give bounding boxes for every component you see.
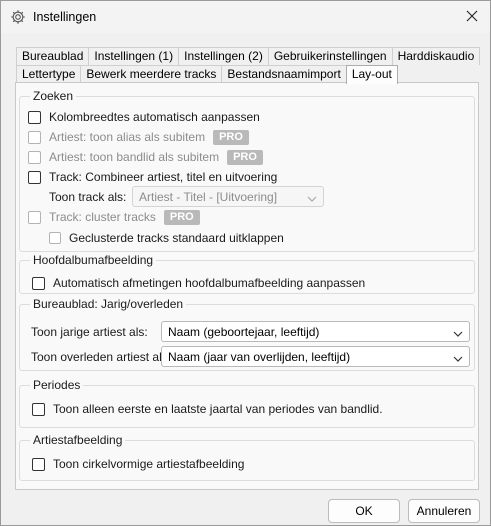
- pro-badge: PRO: [163, 209, 200, 225]
- close-icon: [466, 10, 478, 25]
- option-toon-jaartal[interactable]: Toon alleen eerste en laatste jaartal va…: [32, 401, 383, 417]
- checkbox-artiest-bandlid: [28, 150, 41, 164]
- jarig-value: Naam (geboortejaar, leeftijd): [168, 324, 320, 339]
- jarig-label-row: Toon jarige artiest als:: [31, 324, 148, 340]
- pro-badge: PRO: [227, 149, 263, 165]
- cancel-button[interactable]: Annuleren: [408, 499, 480, 523]
- label-track-cluster: Track: cluster tracks: [49, 210, 156, 224]
- tab-bewerk-meerdere-tracks[interactable]: Bewerk meerdere tracks: [80, 65, 223, 83]
- checkbox-toon-jaartal[interactable]: [32, 402, 45, 416]
- option-geclusterde: Geclusterde tracks standaard uitklappen: [49, 230, 284, 246]
- tab-harddiskaudio[interactable]: Harddiskaudio: [391, 47, 481, 65]
- option-track-cluster: Track: cluster tracks PRO: [28, 209, 200, 225]
- settings-dialog: Instellingen Bureaublad Instellingen (1)…: [0, 0, 491, 526]
- checkbox-track-cluster: [28, 210, 41, 224]
- label-track-combineer: Track: Combineer artiest, titel en uitvo…: [49, 170, 278, 184]
- title-bar: Instellingen: [1, 1, 490, 33]
- group-zoeken: Zoeken Kolombreedtes automatisch aanpass…: [19, 89, 475, 252]
- label-overleden: Toon overleden artiest als:: [31, 350, 172, 364]
- label-artiest-bandlid: Artiest: toon bandlid als subitem: [49, 150, 220, 164]
- label-auto-afmetingen: Automatisch afmetingen hoofdalbumafbeeld…: [53, 276, 366, 290]
- label-cirkelvormig: Toon cirkelvormige artiestafbeelding: [53, 457, 245, 471]
- group-title-hoofdalbum: Hoofdalbumafbeelding: [30, 253, 157, 267]
- group-bureaublad: Bureaublad: Jarig/overleden Toon jarige …: [19, 297, 475, 371]
- option-track-combineer[interactable]: Track: Combineer artiest, titel en uitvo…: [28, 169, 277, 185]
- label-artiest-alias: Artiest: toon alias als subitem: [49, 130, 206, 144]
- jarig-select[interactable]: Naam (geboortejaar, leeftijd): [161, 321, 470, 342]
- chevron-down-icon: [307, 192, 317, 206]
- toon-track-value: Artiest - Titel - [Uitvoering]: [139, 189, 278, 204]
- overleden-label-row: Toon overleden artiest als:: [31, 349, 171, 365]
- option-auto-afmetingen[interactable]: Automatisch afmetingen hoofdalbumafbeeld…: [32, 275, 365, 291]
- option-cirkelvormig[interactable]: Toon cirkelvormige artiestafbeelding: [32, 456, 244, 472]
- checkbox-artiest-alias: [28, 130, 41, 144]
- tab-instellingen-1[interactable]: Instellingen (1): [88, 47, 180, 65]
- option-artiest-alias: Artiest: toon alias als subitem PRO: [28, 129, 249, 145]
- option-kolombreedtes[interactable]: Kolombreedtes automatisch aanpassen: [28, 109, 260, 125]
- chevron-down-icon: [453, 352, 463, 366]
- tab-lettertype[interactable]: Lettertype: [16, 65, 82, 83]
- gear-icon: [10, 9, 26, 25]
- tab-lay-out[interactable]: Lay-out: [345, 65, 398, 84]
- pro-badge: PRO: [213, 129, 249, 145]
- group-title-bureaublad: Bureaublad: Jarig/overleden: [30, 297, 187, 311]
- group-title-periodes: Periodes: [30, 378, 84, 392]
- overleden-select[interactable]: Naam (jaar van overlijden, leeftijd): [161, 346, 470, 367]
- tab-instellingen-2[interactable]: Instellingen (2): [178, 47, 269, 65]
- label-kolombreedtes: Kolombreedtes automatisch aanpassen: [49, 110, 260, 124]
- toon-track-label-row: Toon track als:: [49, 189, 126, 205]
- label-geclusterde: Geclusterde tracks standaard uitklappen: [69, 231, 284, 245]
- group-artiestafbeelding: Artiestafbeelding Toon cirkelvormige art…: [19, 433, 475, 481]
- checkbox-cirkelvormig[interactable]: [32, 457, 45, 471]
- label-jarig: Toon jarige artiest als:: [31, 325, 148, 339]
- checkbox-auto-afmetingen[interactable]: [32, 276, 45, 290]
- group-periodes: Periodes Toon alleen eerste en laatste j…: [19, 378, 475, 428]
- overleden-value: Naam (jaar van overlijden, leeftijd): [168, 349, 351, 364]
- window-title: Instellingen: [33, 10, 97, 24]
- label-toon-jaartal: Toon alleen eerste en laatste jaartal va…: [53, 402, 383, 416]
- tab-row-1: Bureaublad Instellingen (1) Instellingen…: [16, 47, 481, 65]
- close-button[interactable]: [456, 3, 488, 31]
- tab-row-2: Lettertype Bewerk meerdere tracks Bestan…: [16, 65, 398, 84]
- group-hoofdalbum: Hoofdalbumafbeelding Automatisch afmetin…: [19, 253, 475, 294]
- checkbox-geclusterde: [49, 232, 61, 244]
- option-artiest-bandlid: Artiest: toon bandlid als subitem PRO: [28, 149, 263, 165]
- group-title-zoeken: Zoeken: [30, 89, 77, 103]
- tab-bureaublad[interactable]: Bureaublad: [16, 47, 90, 65]
- chevron-down-icon: [453, 327, 463, 341]
- label-toon-track: Toon track als:: [49, 190, 127, 204]
- checkbox-track-combineer[interactable]: [28, 170, 41, 184]
- group-title-artiestafbeelding: Artiestafbeelding: [30, 433, 126, 447]
- tab-bestandsnaamimport[interactable]: Bestandsnaamimport: [221, 65, 347, 83]
- ok-button[interactable]: OK: [328, 499, 400, 523]
- checkbox-kolombreedtes[interactable]: [28, 110, 41, 124]
- toon-track-select: Artiest - Titel - [Uitvoering]: [132, 186, 324, 207]
- tab-gebruikerinstellingen[interactable]: Gebruikerinstellingen: [267, 47, 393, 65]
